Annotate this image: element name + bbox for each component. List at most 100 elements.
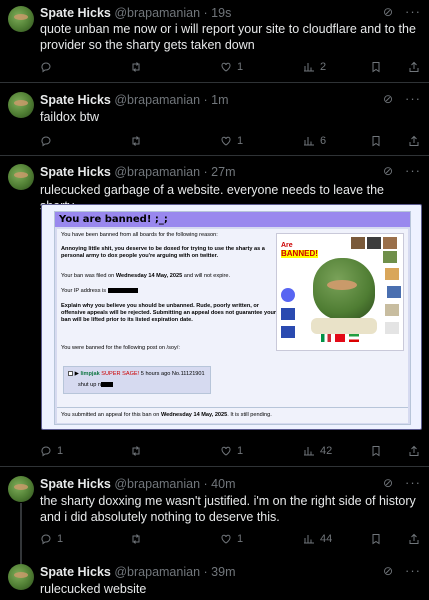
ban-filed-suffix: and will not expire. xyxy=(182,273,231,279)
reply-button[interactable] xyxy=(40,135,52,147)
ban-ip: Your IP address is xyxy=(61,288,301,295)
heart-icon xyxy=(221,534,231,544)
handle[interactable]: @brapamanian xyxy=(114,165,200,179)
grok-icon[interactable]: ⊘ xyxy=(383,93,395,105)
tweet-5[interactable]: Spate Hicks @brapamanian · 39m ⊘ ··· rul… xyxy=(0,553,429,600)
post-header: ▶ limpjak SUPER SAGE! 5 hours ago No.111… xyxy=(68,371,205,378)
timestamp[interactable]: 1m xyxy=(211,93,228,107)
grok-icon[interactable]: ⊘ xyxy=(383,477,395,489)
tweet-header: Spate Hicks @brapamanian · 39m xyxy=(40,565,236,579)
views-count: 44 xyxy=(320,533,333,545)
more-options-icon[interactable]: ··· xyxy=(405,475,421,490)
handle[interactable]: @brapamanian xyxy=(114,565,200,579)
retweet-button[interactable] xyxy=(130,445,142,457)
bookmark-button[interactable] xyxy=(370,533,382,545)
timestamp[interactable]: 39m xyxy=(211,565,235,579)
collage-tile xyxy=(385,322,399,334)
more-options-icon[interactable]: ··· xyxy=(405,91,421,106)
like-button[interactable]: 1 xyxy=(220,533,243,545)
avatar[interactable] xyxy=(8,92,34,118)
tweet-4[interactable]: Spate Hicks @brapamanian · 40m ⊘ ··· the… xyxy=(0,467,429,567)
avatar[interactable] xyxy=(8,6,34,32)
reply-button[interactable]: 1 xyxy=(40,533,63,545)
bookmark-button[interactable] xyxy=(370,445,382,457)
share-button[interactable] xyxy=(408,533,420,545)
bookmark-icon xyxy=(372,136,380,147)
timestamp[interactable]: 40m xyxy=(211,477,235,491)
reply-button[interactable]: 1 xyxy=(40,445,63,457)
views-button[interactable]: 6 xyxy=(303,135,326,147)
avatar[interactable] xyxy=(8,476,34,502)
share-button[interactable] xyxy=(408,445,420,457)
like-button[interactable]: 1 xyxy=(220,135,243,147)
ban-body: You have been banned from all boards for… xyxy=(57,229,408,423)
grok-icon[interactable]: ⊘ xyxy=(383,6,395,18)
handle[interactable]: @brapamanian xyxy=(114,93,200,107)
post-checkbox[interactable] xyxy=(68,371,73,377)
separator: · xyxy=(203,565,208,579)
ban-appeal-date: Wednesday 14 May, 2025 xyxy=(160,412,228,418)
ban-title: You are banned! ;_; xyxy=(55,212,410,227)
tweet-actions: 1 2 xyxy=(40,61,420,75)
display-name[interactable]: Spate Hicks xyxy=(40,477,111,491)
ban-explain: Explain why you believe you should be un… xyxy=(61,303,277,324)
display-name[interactable]: Spate Hicks xyxy=(40,565,111,579)
collage-tile xyxy=(281,308,295,320)
like-count: 1 xyxy=(237,445,244,457)
retweet-icon xyxy=(132,446,140,456)
reply-count: 1 xyxy=(57,445,64,457)
avatar[interactable] xyxy=(8,164,34,190)
avatar[interactable] xyxy=(8,564,34,590)
retweet-icon xyxy=(132,534,140,544)
like-button[interactable]: 1 xyxy=(220,445,243,457)
separator: · xyxy=(203,6,208,20)
retweet-button[interactable] xyxy=(130,135,142,147)
bookmark-button[interactable] xyxy=(370,61,382,73)
more-options-icon[interactable]: ··· xyxy=(405,163,421,178)
tweet-actions: 1 1 42 xyxy=(40,445,420,459)
grok-icon[interactable]: ⊘ xyxy=(383,165,395,177)
flag-icon xyxy=(335,334,345,342)
heart-icon xyxy=(221,446,231,456)
tweet-text: the sharty doxxing me wasn't justified. … xyxy=(40,494,416,524)
collage-tile xyxy=(385,268,399,280)
collage-tile xyxy=(383,237,397,249)
handle[interactable]: @brapamanian xyxy=(114,477,200,491)
retweet-button[interactable] xyxy=(130,533,142,545)
ban-ip-label: Your IP address is xyxy=(61,288,107,294)
tweet-1[interactable]: Spate Hicks @brapamanian · 19s ⊘ ··· quo… xyxy=(0,0,429,82)
views-button[interactable]: 44 xyxy=(303,533,332,545)
timestamp[interactable]: 27m xyxy=(211,165,235,179)
redacted-word xyxy=(101,382,114,388)
tweet-2[interactable]: Spate Hicks @brapamanian · 1m ⊘ ··· fail… xyxy=(0,83,429,155)
banned-word: BANNED! xyxy=(281,249,318,258)
like-count: 1 xyxy=(237,135,244,147)
grok-icon[interactable]: ⊘ xyxy=(383,565,395,577)
more-options-icon[interactable]: ··· xyxy=(405,563,421,578)
ban-intro: You have been banned from all boards for… xyxy=(61,232,218,238)
handle[interactable]: @brapamanian xyxy=(114,6,200,20)
display-name[interactable]: Spate Hicks xyxy=(40,6,111,20)
display-name[interactable]: Spate Hicks xyxy=(40,165,111,179)
share-button[interactable] xyxy=(408,61,420,73)
timestamp[interactable]: 19s xyxy=(211,6,231,20)
share-button[interactable] xyxy=(408,135,420,147)
views-button[interactable]: 2 xyxy=(303,61,326,73)
tweet-header: Spate Hicks @brapamanian · 19s xyxy=(40,6,231,20)
more-options-icon[interactable]: ··· xyxy=(405,4,421,19)
like-button[interactable]: 1 xyxy=(220,61,243,73)
tweet-media-image[interactable]: You are banned! ;_; You have been banned… xyxy=(41,204,422,430)
bookmark-button[interactable] xyxy=(370,135,382,147)
tweet-header: Spate Hicks @brapamanian · 1m xyxy=(40,93,229,107)
ban-appeal-prefix: You submitted an appeal for this ban on xyxy=(61,412,161,418)
ban-image: Are BANNED! xyxy=(276,233,404,351)
retweet-icon xyxy=(132,136,140,146)
flag-icon xyxy=(321,334,331,342)
views-button[interactable]: 42 xyxy=(303,445,332,457)
reply-button[interactable] xyxy=(40,61,52,73)
views-count: 42 xyxy=(320,445,333,457)
retweet-button[interactable] xyxy=(130,61,142,73)
ban-notice: You are banned! ;_; You have been banned… xyxy=(54,211,411,425)
display-name[interactable]: Spate Hicks xyxy=(40,93,111,107)
views-icon xyxy=(304,63,314,72)
